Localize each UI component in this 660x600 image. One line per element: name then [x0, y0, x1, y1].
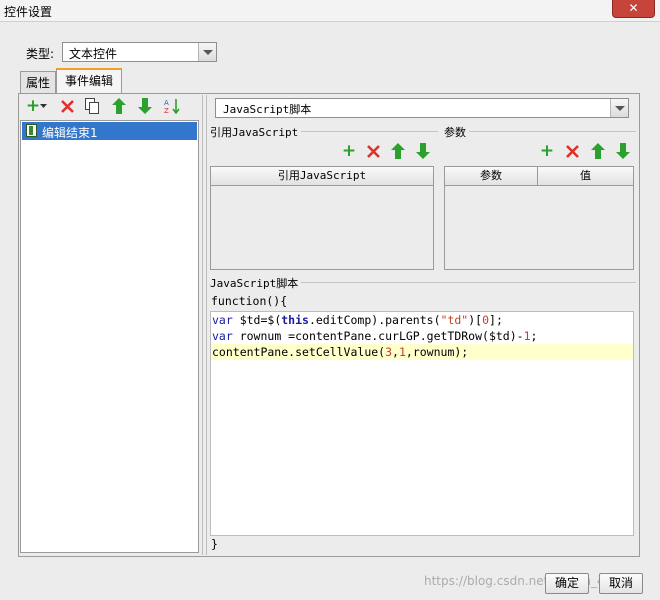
close-icon: ✕ — [628, 1, 639, 15]
delete-icon[interactable] — [566, 145, 579, 158]
sort-az-icon[interactable]: A Z — [164, 98, 180, 114]
ref-js-table[interactable]: 引用JavaScript — [210, 166, 434, 270]
type-select[interactable]: 文本控件 — [62, 42, 217, 62]
ref-js-column-header[interactable]: 引用JavaScript — [211, 167, 433, 186]
move-up-icon[interactable] — [112, 98, 126, 114]
group-divider — [444, 131, 636, 132]
code-line-3-highlighted: contentPane.setCellValue(3,1,rownum); — [211, 344, 633, 360]
move-down-icon[interactable] — [616, 143, 630, 159]
event-script-icon — [26, 124, 37, 137]
ref-js-toolbar: + — [340, 142, 436, 160]
add-icon[interactable]: + — [538, 142, 556, 160]
params-group-title: 参数 — [444, 124, 469, 140]
list-item[interactable]: 编辑结束1 — [22, 122, 197, 140]
delete-icon[interactable] — [61, 100, 74, 113]
code-editor[interactable]: var $td=$(this.editComp).parents("td")[0… — [210, 311, 634, 536]
event-toolbar: + A Z — [24, 97, 199, 117]
type-select-value: 文本控件 — [69, 47, 118, 61]
code-line-1: var $td=$(this.editComp).parents("td")[0… — [212, 313, 503, 327]
ok-button[interactable]: 确定 — [545, 573, 589, 594]
delete-icon[interactable] — [367, 145, 380, 158]
copy-icon[interactable] — [85, 98, 100, 114]
tab-event-edit[interactable]: 事件编辑 — [56, 68, 122, 94]
code-line-2: var rownum =contentPane.curLGP.getTDRow(… — [212, 329, 538, 343]
ref-js-group-title: 引用JavaScript — [210, 124, 302, 140]
svg-text:Z: Z — [164, 107, 169, 114]
event-list[interactable]: 编辑结束1 — [20, 120, 199, 553]
chevron-down-icon[interactable] — [610, 99, 628, 117]
window-title: 控件设置 — [4, 5, 53, 19]
params-table[interactable]: 参数 值 — [444, 166, 634, 270]
dropdown-arrow-icon[interactable] — [40, 104, 47, 109]
move-up-icon[interactable] — [391, 143, 405, 159]
script-group-title: JavaScript脚本 — [210, 275, 302, 291]
move-down-icon[interactable] — [138, 98, 152, 114]
move-down-icon[interactable] — [416, 143, 430, 159]
move-up-icon[interactable] — [591, 143, 605, 159]
tab-properties[interactable]: 属性 — [20, 71, 56, 94]
add-icon[interactable]: + — [340, 142, 358, 160]
event-item-label: 编辑结束1 — [42, 126, 98, 140]
function-footer: } — [211, 537, 218, 551]
params-toolbar: + — [538, 142, 634, 160]
param-column-header[interactable]: 参数 — [445, 167, 538, 186]
title-bar: 控件设置 ✕ — [0, 0, 660, 22]
svg-text:A: A — [164, 99, 169, 107]
value-column-header[interactable]: 值 — [538, 167, 633, 186]
type-label: 类型: — [26, 47, 55, 61]
close-button[interactable]: ✕ — [612, 0, 655, 18]
cancel-button[interactable]: 取消 — [599, 573, 643, 594]
script-type-select[interactable]: JavaScript脚本 — [215, 98, 629, 118]
function-header: function(){ — [211, 294, 288, 308]
pane-splitter[interactable] — [202, 95, 207, 555]
chevron-down-icon[interactable] — [198, 43, 216, 61]
script-type-value: JavaScript脚本 — [223, 103, 312, 116]
